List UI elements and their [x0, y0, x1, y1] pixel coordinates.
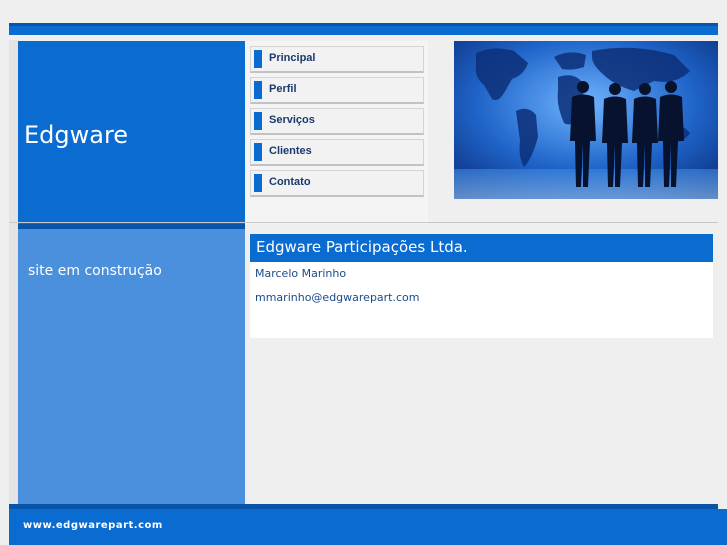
nav-item-contato[interactable]: Contato: [250, 170, 424, 197]
nav-marker-icon: [254, 50, 262, 68]
site-tagline: site em construção: [28, 263, 162, 279]
nav-item-principal[interactable]: Principal: [250, 46, 424, 73]
main-navigation: Principal Perfil Serviços Clientes Conta…: [245, 41, 428, 224]
nav-marker-icon: [254, 81, 262, 99]
brand-panel: Edgware: [18, 41, 245, 224]
sidebar: site em construção: [18, 229, 245, 504]
nav-marker-icon: [254, 112, 262, 130]
left-frame: [9, 40, 18, 545]
content-panel: Edgware Participações Ltda. Marcelo Mari…: [250, 234, 713, 338]
hero-image: [454, 41, 718, 199]
contact-email-link[interactable]: mmarinho@edgwarepart.com: [255, 291, 420, 304]
nav-item-label: Contato: [269, 176, 311, 188]
top-bar-accent: [9, 23, 718, 26]
site-title: Edgware: [24, 121, 129, 149]
footer-url-link[interactable]: www.edgwarepart.com: [23, 520, 163, 531]
contact-name: Marcelo Marinho: [255, 267, 347, 280]
section-divider: [9, 222, 718, 223]
nav-item-label: Clientes: [269, 145, 312, 157]
nav-item-label: Perfil: [269, 83, 297, 95]
nav-item-servicos[interactable]: Serviços: [250, 108, 424, 135]
footer: www.edgwarepart.com: [9, 509, 727, 545]
nav-item-label: Principal: [269, 52, 316, 64]
company-title: Edgware Participações Ltda.: [256, 238, 468, 256]
nav-item-clientes[interactable]: Clientes: [250, 139, 424, 166]
nav-marker-icon: [254, 143, 262, 161]
nav-marker-icon: [254, 174, 262, 192]
nav-item-perfil[interactable]: Perfil: [250, 77, 424, 104]
content-header: Edgware Participações Ltda.: [250, 234, 713, 262]
nav-item-label: Serviços: [269, 114, 315, 126]
